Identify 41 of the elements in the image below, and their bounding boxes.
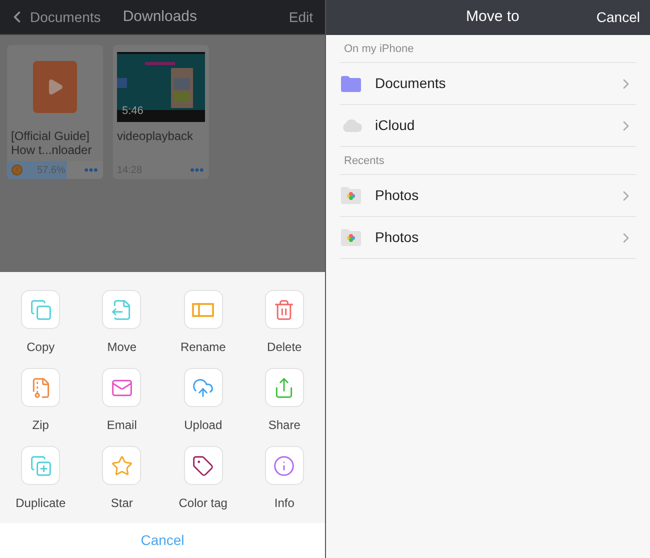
- screen-title: Move to: [466, 7, 520, 28]
- action-button[interactable]: Delete: [244, 290, 325, 358]
- folder-icon: [341, 76, 361, 92]
- action-button[interactable]: Copy: [0, 290, 82, 358]
- star-icon: [110, 454, 133, 476]
- photos-folder-icon: [341, 229, 361, 246]
- info-icon: [273, 454, 296, 476]
- action-button[interactable]: Upload: [162, 368, 244, 436]
- cloud-upload-icon: [192, 376, 214, 398]
- action-button[interactable]: Star: [81, 446, 162, 514]
- duplicate-icon: [30, 454, 52, 476]
- copy-icon: [30, 298, 52, 320]
- action-button[interactable]: Move: [81, 290, 162, 358]
- section-header: On my iPhone: [340, 35, 636, 63]
- trash-icon: [273, 298, 296, 320]
- cancel-button[interactable]: Cancel: [596, 7, 640, 28]
- location-row[interactable]: Documents: [340, 63, 636, 105]
- back-button[interactable]: Documents: [8, 6, 101, 28]
- tag-icon: [192, 454, 214, 476]
- location-row[interactable]: iCloud: [340, 105, 636, 147]
- file-name: videoplayback: [116, 129, 194, 145]
- action-button[interactable]: Email: [81, 368, 162, 436]
- file-status: 57.6%: [37, 164, 66, 178]
- cloud-icon: [341, 119, 363, 132]
- video-file-icon: [33, 61, 77, 113]
- action-button[interactable]: Color tag: [162, 446, 244, 514]
- photos-folder-icon: [341, 187, 361, 204]
- edit-button[interactable]: Edit: [288, 6, 313, 28]
- action-button[interactable]: Info: [244, 446, 325, 514]
- action-button[interactable]: Rename: [162, 290, 244, 358]
- file-arrow-icon: [110, 298, 133, 320]
- screen-title: Downloads: [122, 6, 198, 27]
- file-name: [Official Guide] How t...nloader: [10, 129, 93, 159]
- section-header: Recents: [340, 147, 636, 175]
- video-duration: 5:46: [122, 104, 144, 118]
- rename-icon: [192, 302, 214, 316]
- action-button[interactable]: Duplicate: [0, 446, 82, 514]
- location-row[interactable]: Photos: [340, 175, 636, 217]
- location-row[interactable]: Photos: [340, 217, 636, 259]
- action-button[interactable]: Share: [244, 368, 325, 436]
- action-button[interactable]: Zip: [0, 368, 82, 436]
